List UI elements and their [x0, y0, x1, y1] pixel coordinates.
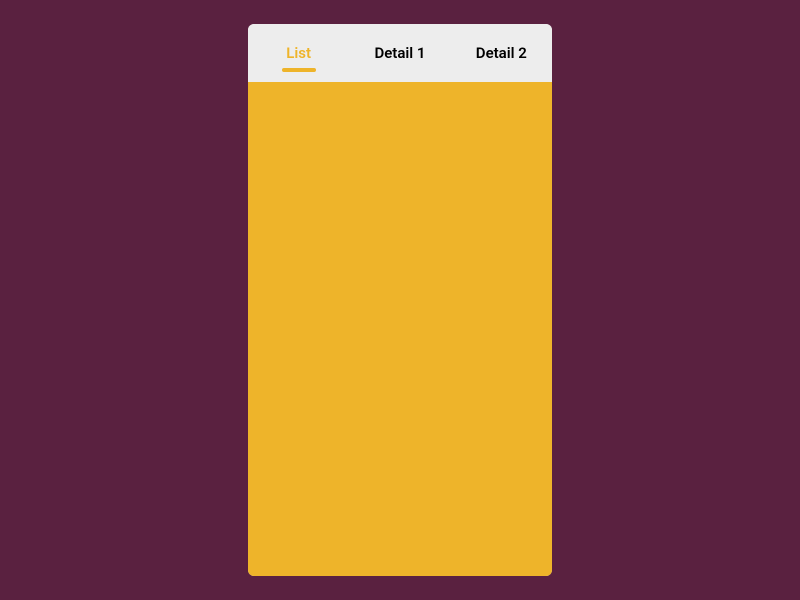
tab-detail-2[interactable]: Detail 2 — [451, 24, 552, 82]
tab-detail-1[interactable]: Detail 1 — [349, 24, 450, 82]
device-frame: List Detail 1 Detail 2 — [248, 24, 552, 576]
tab-label: List — [286, 44, 311, 62]
tab-list[interactable]: List — [248, 24, 349, 82]
tab-bar: List Detail 1 Detail 2 — [248, 24, 552, 82]
tab-label: Detail 2 — [476, 44, 527, 62]
tab-label: Detail 1 — [374, 44, 425, 62]
content-area — [248, 82, 552, 576]
